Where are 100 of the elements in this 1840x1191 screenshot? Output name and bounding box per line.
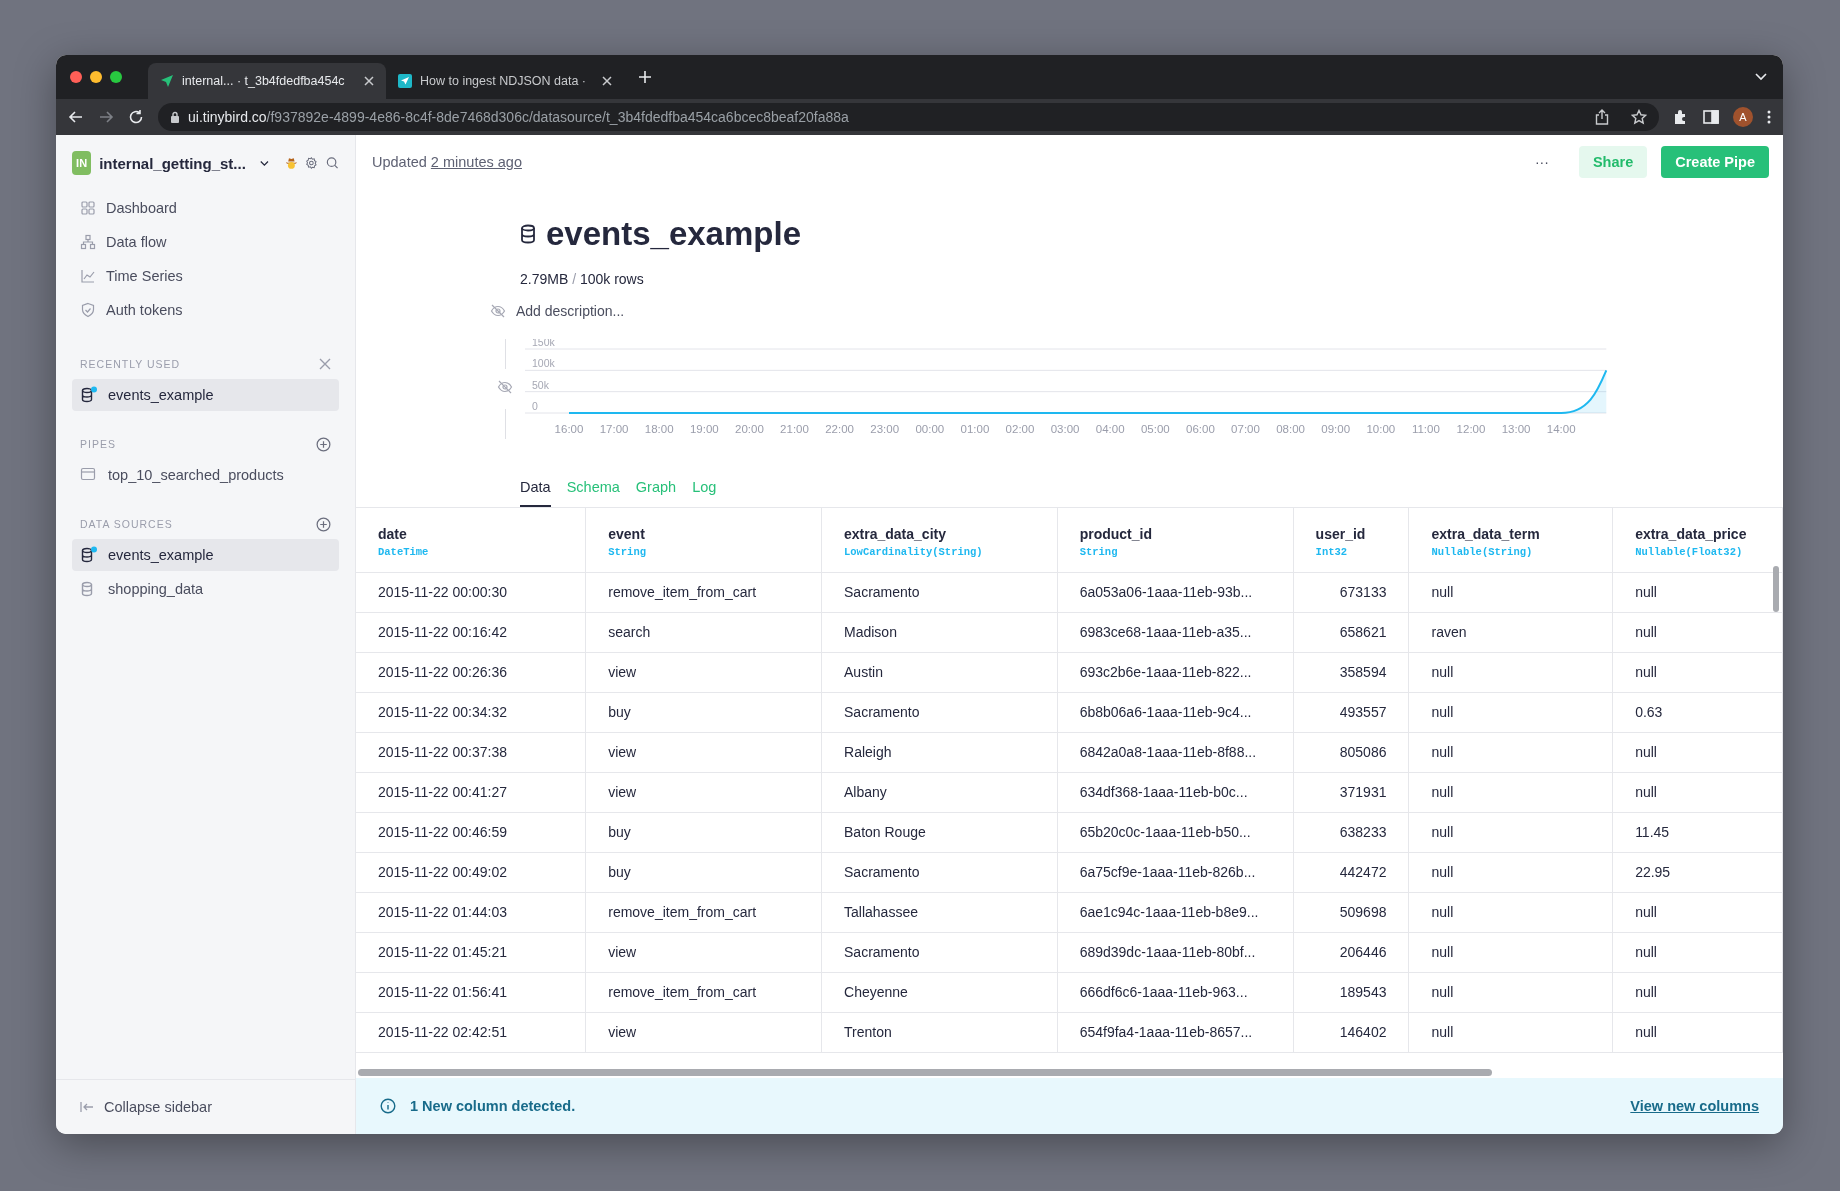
cowboy-emoji-icon[interactable] xyxy=(284,155,298,171)
x-tick-label: 21:00 xyxy=(780,423,809,435)
table-cell: 442472 xyxy=(1293,852,1409,892)
table-cell: view xyxy=(585,732,822,772)
reload-icon[interactable] xyxy=(128,109,144,125)
column-header[interactable]: user_id xyxy=(1315,526,1409,542)
column-header[interactable]: date xyxy=(378,526,586,542)
table-cell: 689d39dc-1aaa-11eb-80bf... xyxy=(1057,932,1294,972)
sidebar-icon[interactable] xyxy=(1703,110,1719,124)
table-cell: remove_item_from_cart xyxy=(585,572,822,612)
close-icon[interactable] xyxy=(364,76,374,86)
address-bar[interactable]: ui.tinybird.co/f937892e-4899-4e86-8c4f-8de7468d306c/datasource/t_3b4fdedfba454ca6bcec8beaf20fa88a xyxy=(158,103,1659,131)
more-button[interactable]: ··· xyxy=(1534,154,1549,170)
x-tick-label: 10:00 xyxy=(1366,423,1396,435)
table-cell: 206446 xyxy=(1293,932,1409,972)
shield-icon xyxy=(80,302,96,318)
table-cell: 666df6c6-1aaa-11eb-963... xyxy=(1057,972,1294,1012)
sidebar-item[interactable]: shopping_data xyxy=(72,573,339,605)
x-tick-label: 02:00 xyxy=(1005,423,1035,435)
collapse-sidebar-button[interactable]: Collapse sidebar xyxy=(56,1079,355,1134)
table-cell: null xyxy=(1408,652,1613,692)
column-header[interactable]: event xyxy=(608,526,821,542)
x-tick-label: 06:00 xyxy=(1186,423,1215,435)
close-icon[interactable] xyxy=(602,76,612,86)
scrollbar-thumb[interactable] xyxy=(358,1069,1492,1076)
table-cell: remove_item_from_cart xyxy=(585,892,822,932)
updated-text: Updated 2 minutes ago xyxy=(372,154,523,170)
datasource-stats: 2.79MB / 100k rows xyxy=(520,271,645,287)
table-cell: null xyxy=(1612,932,1783,972)
y-tick-label: 50k xyxy=(532,378,549,391)
table-cell: 805086 xyxy=(1293,732,1409,772)
table-cell: null xyxy=(1612,612,1783,652)
x-tick-label: 09:00 xyxy=(1321,423,1351,435)
tab-title: internal... · t_3b4fdedfba454c xyxy=(182,74,346,88)
tab[interactable]: Data xyxy=(520,475,551,507)
table-cell: view xyxy=(585,772,822,812)
nav-item[interactable]: Time Series xyxy=(72,259,339,293)
table-cell: null xyxy=(1612,652,1783,692)
x-tick-label: 03:00 xyxy=(1050,423,1080,435)
column-type: LowCardinality(String) xyxy=(844,546,984,558)
table-cell: 2015-11-22 02:42:51 xyxy=(356,1012,586,1052)
browser-tab[interactable]: How to ingest NDJSON data · xyxy=(386,63,624,99)
table-cell: null xyxy=(1612,772,1783,812)
settings-icon[interactable] xyxy=(305,155,319,171)
nav-item[interactable]: Data flow xyxy=(72,225,339,259)
grid-icon xyxy=(80,200,96,216)
table-cell: null xyxy=(1408,852,1613,892)
star-icon[interactable] xyxy=(1631,109,1647,125)
add-icon[interactable] xyxy=(316,436,331,452)
table-cell: null xyxy=(1408,892,1613,932)
share-icon[interactable] xyxy=(1595,109,1609,125)
table-cell: null xyxy=(1612,732,1783,772)
x-tick-label: 18:00 xyxy=(644,423,674,435)
add-icon[interactable] xyxy=(316,516,331,532)
x-tick-label: 01:00 xyxy=(960,423,990,435)
column-header[interactable]: extra_data_term xyxy=(1431,526,1613,542)
x-tick-label: 13:00 xyxy=(1501,423,1531,435)
table-cell: null xyxy=(1408,1012,1613,1052)
kebab-menu-icon[interactable] xyxy=(1767,110,1771,124)
sidebar-item[interactable]: events_example xyxy=(72,379,339,411)
table-cell: null xyxy=(1408,972,1613,1012)
view-new-columns-link[interactable]: View new columns xyxy=(1630,1098,1759,1114)
new-tab-icon[interactable] xyxy=(638,70,652,84)
x-tick-label: 23:00 xyxy=(870,423,900,435)
table-cell: Cheyenne xyxy=(821,972,1058,1012)
scrollbar-thumb[interactable] xyxy=(1773,566,1779,612)
profile-avatar[interactable]: A xyxy=(1733,107,1753,127)
workspace-name[interactable]: internal_getting_st... xyxy=(99,154,246,172)
column-header[interactable]: extra_data_city xyxy=(844,526,1057,542)
table-cell: Trenton xyxy=(821,1012,1058,1052)
browser-tab[interactable]: internal... · t_3b4fdedfba454c xyxy=(148,63,386,99)
back-icon[interactable] xyxy=(68,109,84,125)
forward-icon[interactable] xyxy=(98,109,114,125)
table-cell: null xyxy=(1612,1012,1783,1052)
banner-message: 1 New column detected. xyxy=(410,1098,577,1114)
table-cell: 2015-11-22 01:45:21 xyxy=(356,932,586,972)
table-cell: null xyxy=(1408,932,1613,972)
table-cell: 2015-11-22 00:41:27 xyxy=(356,772,586,812)
window-control[interactable] xyxy=(90,71,102,83)
table-cell: 6ae1c94c-1aaa-11eb-b8e9... xyxy=(1057,892,1294,932)
paper-plane-icon xyxy=(160,74,174,88)
column-type: Nullable(Float32) xyxy=(1635,546,1744,558)
y-tick-label: 100k xyxy=(532,357,555,370)
column-header[interactable]: product_id xyxy=(1079,526,1293,542)
x-tick-label: 05:00 xyxy=(1140,423,1170,435)
window-control[interactable] xyxy=(110,71,122,83)
search-icon[interactable] xyxy=(326,155,339,171)
nav-item[interactable]: Dashboard xyxy=(72,191,339,225)
column-type: DateTime xyxy=(378,546,430,558)
workspace-badge: IN xyxy=(72,151,92,175)
window-control[interactable] xyxy=(70,71,82,83)
sidebar-item[interactable]: top_10_searched_products xyxy=(72,459,339,491)
nav-item[interactable]: Auth tokens xyxy=(72,293,339,327)
column-header[interactable]: extra_data_price xyxy=(1635,526,1782,542)
section-title: PIPES xyxy=(80,438,116,450)
sidebar-item[interactable]: events_example xyxy=(72,539,339,571)
description-field[interactable]: Add description... xyxy=(516,303,625,319)
updated-link[interactable]: 2 minutes ago xyxy=(430,154,522,170)
x-tick-label: 04:00 xyxy=(1095,423,1125,435)
chevron-down-icon[interactable] xyxy=(259,159,269,167)
